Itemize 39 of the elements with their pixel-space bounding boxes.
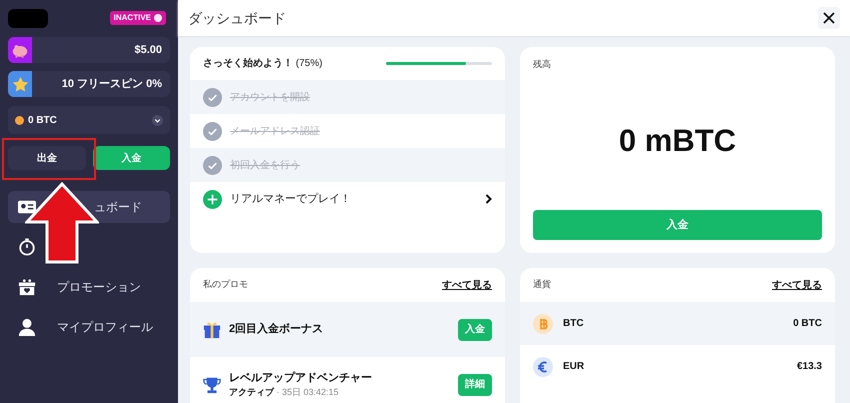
stopwatch-icon bbox=[18, 238, 36, 256]
chevron-right-icon bbox=[485, 194, 492, 204]
currency-row[interactable]: EUR €13.3 bbox=[520, 345, 835, 388]
status-badge: INACTIVE bbox=[110, 11, 166, 25]
nav-item[interactable]: マイプロフィール bbox=[8, 311, 170, 343]
id-card-icon bbox=[18, 198, 36, 216]
close-button[interactable] bbox=[818, 7, 840, 29]
withdraw-button[interactable]: 出金 bbox=[8, 146, 86, 170]
currency-title: 通貨 bbox=[533, 278, 551, 292]
see-all-link[interactable]: すべて見る bbox=[772, 278, 822, 292]
checklist-title: さっそく始めよう！ (75%) bbox=[203, 56, 322, 71]
chevron-down-icon bbox=[152, 114, 163, 126]
bitcoin-icon bbox=[533, 314, 553, 334]
nav-item[interactable]: プロモーション bbox=[8, 271, 170, 303]
bitcoin-icon bbox=[15, 116, 24, 124]
checklist-item[interactable]: リアルマネーでプレイ！ bbox=[190, 182, 505, 216]
user-icon bbox=[18, 318, 36, 336]
piggy-bank-icon bbox=[8, 37, 32, 63]
currency-select[interactable]: 0 BTC bbox=[8, 106, 170, 134]
promo-title: 私のプロモ bbox=[203, 278, 248, 292]
euro-icon bbox=[533, 356, 553, 376]
close-icon bbox=[823, 12, 835, 24]
promo-name: 2回目入金ボーナス bbox=[229, 322, 324, 338]
page-title: ダッシュボード bbox=[188, 8, 286, 28]
wallet-value: 10 フリースピン 0% bbox=[62, 76, 162, 92]
gift-icon bbox=[18, 278, 36, 296]
balance-amount: 0 mBTC bbox=[618, 122, 736, 160]
star-badge-icon bbox=[8, 71, 32, 97]
promo-name: レベルアップアドベンチャー bbox=[229, 370, 372, 386]
promo-status: アクティブ bbox=[229, 387, 274, 397]
see-all-link[interactable]: すべて見る bbox=[442, 278, 492, 292]
currency-row[interactable]: BTC 0 BTC bbox=[520, 302, 835, 345]
redaction-mark bbox=[8, 8, 48, 28]
trophy-icon bbox=[203, 376, 221, 394]
balance-title: 残高 bbox=[533, 58, 552, 71]
promo-timer: · 35日 03:42:15 bbox=[276, 387, 339, 397]
wallet-value: $5.00 bbox=[134, 42, 162, 58]
info-icon bbox=[154, 14, 162, 22]
gift-icon bbox=[203, 320, 221, 338]
